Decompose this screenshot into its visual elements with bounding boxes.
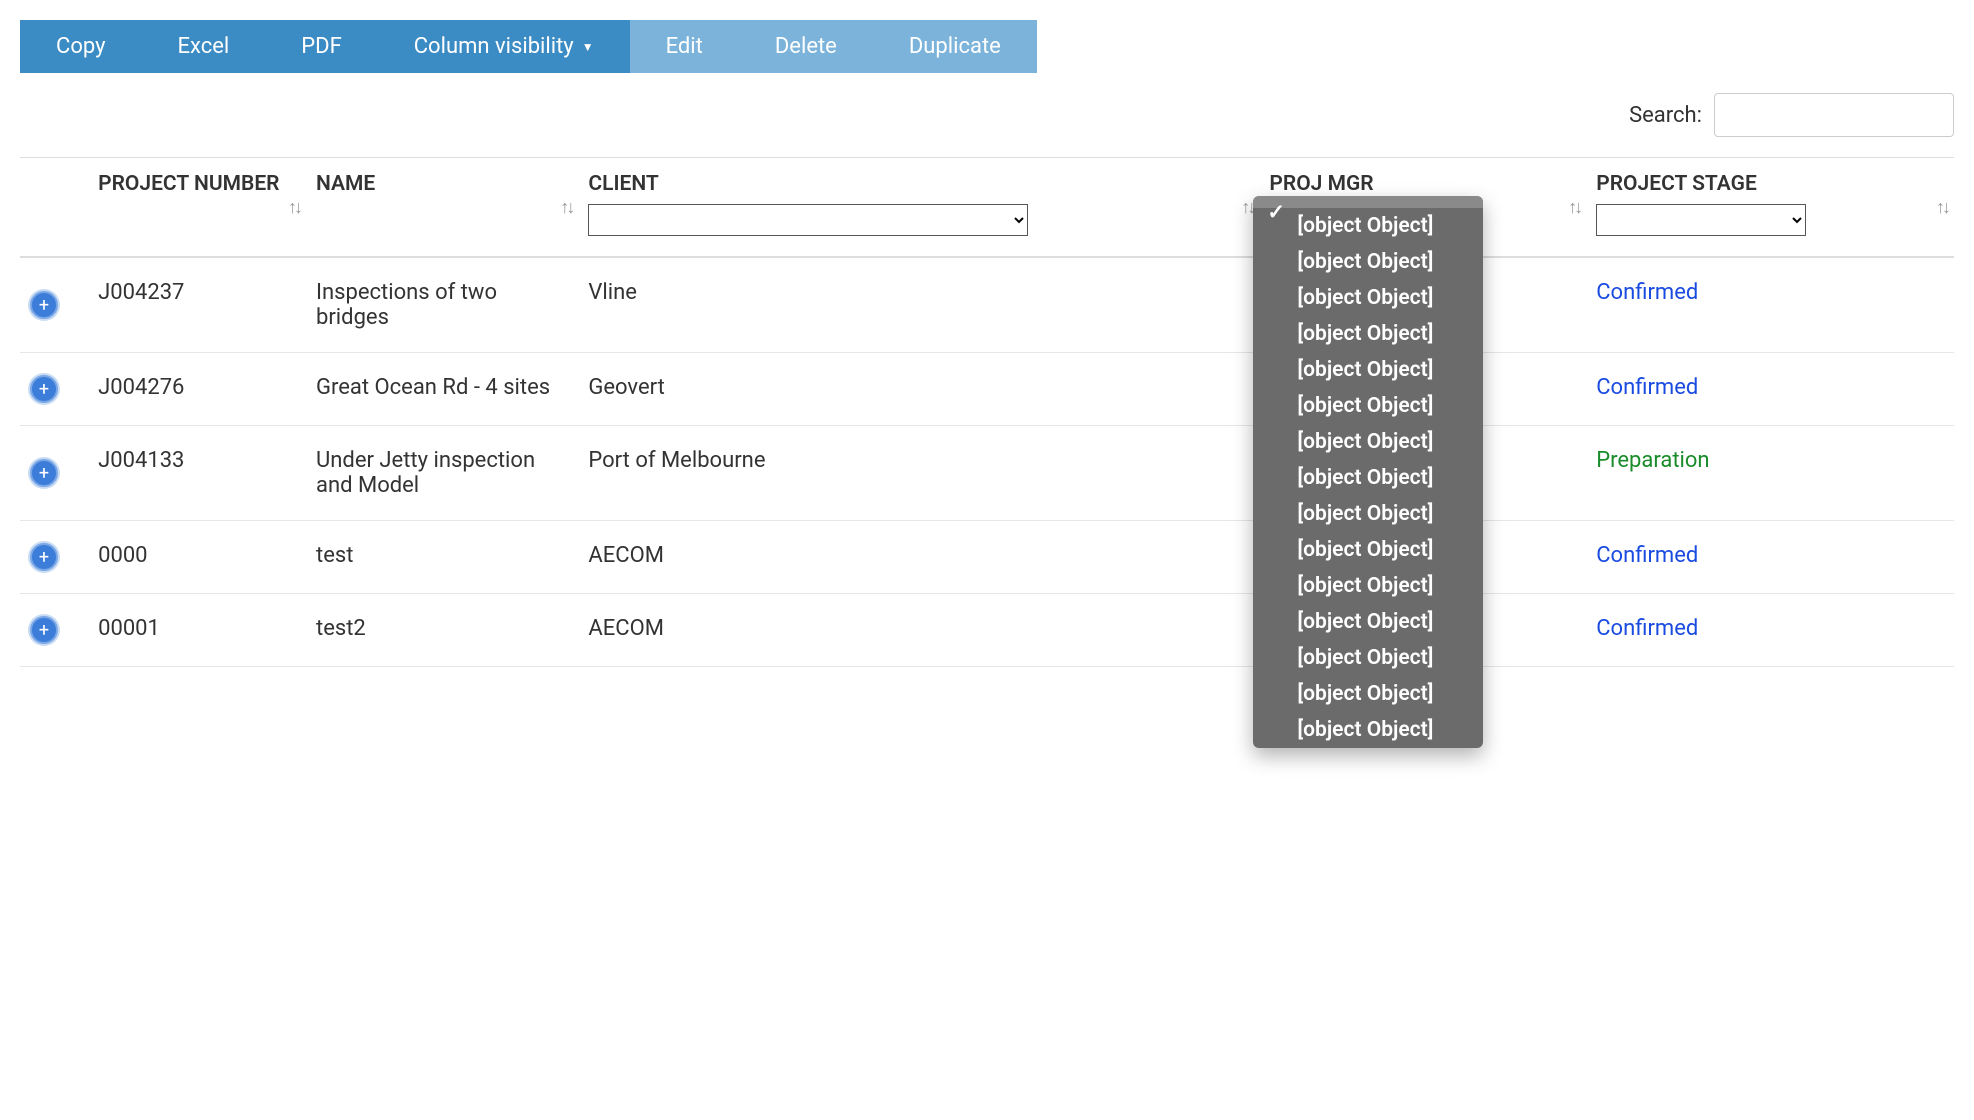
- table-row[interactable]: + J004276Great Ocean Rd - 4 sitesGeovert C…: [20, 353, 1954, 426]
- name-cell: Under Jetty inspection and Model: [306, 426, 578, 521]
- col-project-stage-label: PROJECT STAGE: [1596, 172, 1944, 196]
- col-proj-mgr-label: PROJ MGR: [1269, 172, 1576, 196]
- col-name-header[interactable]: NAME ↑↓: [306, 158, 578, 258]
- search-input[interactable]: [1714, 93, 1954, 137]
- expand-row-button[interactable]: +: [30, 543, 58, 571]
- proj-mgr-dropdown-option[interactable]: [object Object]: [1253, 424, 1483, 460]
- projects-table: PROJECT NUMBER ↑↓ NAME ↑↓ CLIENT ↑↓ PROJ…: [20, 157, 1954, 667]
- client-filter-select[interactable]: [588, 204, 1028, 236]
- column-visibility-button[interactable]: Column visibility ▼: [378, 20, 630, 73]
- stage-filter-select[interactable]: [1596, 204, 1806, 236]
- proj-mgr-dropdown-option[interactable]: [object Object]: [1253, 640, 1483, 676]
- proj-mgr-dropdown-option[interactable]: [object Object]: [1253, 388, 1483, 424]
- proj-mgr-dropdown-option[interactable]: [object Object]: [1253, 244, 1483, 280]
- plus-icon: +: [39, 379, 49, 400]
- pdf-button[interactable]: PDF: [265, 20, 377, 73]
- project-stage-cell: Preparation: [1586, 426, 1954, 521]
- client-cell: Port of Melbourne: [578, 426, 1259, 521]
- project-number-cell: J004237: [88, 257, 306, 353]
- table-row[interactable]: +00001test2AECOM Confirmed: [20, 594, 1954, 667]
- delete-button[interactable]: Delete: [739, 20, 873, 73]
- proj-mgr-dropdown[interactable]: [object Object][object Object][object Ob…: [1253, 196, 1483, 748]
- sort-icon: ↑↓: [288, 197, 300, 218]
- project-stage-cell: Confirmed: [1586, 594, 1954, 667]
- project-stage-cell: Confirmed: [1586, 521, 1954, 594]
- expand-row-button[interactable]: +: [30, 375, 58, 403]
- plus-icon: +: [39, 295, 49, 316]
- client-cell: AECOM: [578, 521, 1259, 594]
- proj-mgr-dropdown-option[interactable]: [object Object]: [1253, 568, 1483, 604]
- project-number-cell: J004276: [88, 353, 306, 426]
- excel-button[interactable]: Excel: [142, 20, 266, 73]
- duplicate-button[interactable]: Duplicate: [873, 20, 1037, 73]
- edit-button[interactable]: Edit: [630, 20, 739, 73]
- project-stage-cell: Confirmed: [1586, 257, 1954, 353]
- expand-row-button[interactable]: +: [30, 291, 58, 319]
- caret-down-icon: ▼: [582, 40, 594, 54]
- table-row[interactable]: + J004133Under Jetty inspection and Model…: [20, 426, 1954, 521]
- expand-cell: +: [20, 353, 88, 426]
- col-project-number-label: PROJECT NUMBER: [98, 172, 296, 196]
- proj-mgr-dropdown-option[interactable]: [object Object]: [1253, 352, 1483, 388]
- col-client-header[interactable]: CLIENT ↑↓: [578, 158, 1259, 258]
- client-cell: Vline: [578, 257, 1259, 353]
- client-cell: AECOM: [578, 594, 1259, 667]
- col-name-label: NAME: [316, 172, 568, 196]
- project-stage-cell: Confirmed: [1586, 353, 1954, 426]
- project-number-cell: 00001: [88, 594, 306, 667]
- col-proj-mgr-header[interactable]: PROJ MGR ↑↓ [object Object][object Objec…: [1259, 158, 1586, 258]
- expand-cell: +: [20, 426, 88, 521]
- expand-cell: +: [20, 257, 88, 353]
- proj-mgr-dropdown-option[interactable]: [1253, 196, 1483, 208]
- project-number-cell: J004133: [88, 426, 306, 521]
- project-number-cell: 0000: [88, 521, 306, 594]
- plus-icon: +: [39, 620, 49, 641]
- table-header-row: PROJECT NUMBER ↑↓ NAME ↑↓ CLIENT ↑↓ PROJ…: [20, 158, 1954, 258]
- expand-row-button[interactable]: +: [30, 459, 58, 487]
- client-cell: Geovert: [578, 353, 1259, 426]
- sort-icon: ↑↓: [560, 197, 572, 218]
- expand-cell: +: [20, 594, 88, 667]
- col-client-label: CLIENT: [588, 172, 1249, 196]
- table-body: + J004237Inspections of two bridgesVline C…: [20, 257, 1954, 667]
- proj-mgr-dropdown-option[interactable]: [object Object]: [1253, 532, 1483, 568]
- col-project-stage-header[interactable]: PROJECT STAGE ↑↓: [1586, 158, 1954, 258]
- proj-mgr-dropdown-option[interactable]: [object Object]: [1253, 496, 1483, 532]
- proj-mgr-dropdown-option[interactable]: [object Object]: [1253, 316, 1483, 352]
- proj-mgr-dropdown-option[interactable]: [object Object]: [1253, 460, 1483, 496]
- expand-cell: +: [20, 521, 88, 594]
- copy-button[interactable]: Copy: [20, 20, 142, 73]
- sort-icon: ↑↓: [1241, 197, 1253, 218]
- proj-mgr-dropdown-option[interactable]: [object Object]: [1253, 604, 1483, 640]
- table-row[interactable]: +0000testAECOM Confirmed: [20, 521, 1954, 594]
- name-cell: test: [306, 521, 578, 594]
- proj-mgr-dropdown-option[interactable]: [object Object]: [1253, 712, 1483, 748]
- table-row[interactable]: + J004237Inspections of two bridgesVline C…: [20, 257, 1954, 353]
- proj-mgr-dropdown-option[interactable]: [object Object]: [1253, 280, 1483, 316]
- proj-mgr-dropdown-option[interactable]: [object Object]: [1253, 676, 1483, 712]
- proj-mgr-dropdown-option[interactable]: [object Object]: [1253, 208, 1483, 244]
- expand-row-button[interactable]: +: [30, 616, 58, 644]
- plus-icon: +: [39, 463, 49, 484]
- column-visibility-label: Column visibility: [414, 34, 574, 59]
- toolbar: Copy Excel PDF Column visibility ▼ Edit …: [20, 20, 1954, 73]
- sort-icon: ↑↓: [1568, 197, 1580, 218]
- sort-icon: ↑↓: [1936, 197, 1948, 218]
- name-cell: Great Ocean Rd - 4 sites: [306, 353, 578, 426]
- name-cell: Inspections of two bridges: [306, 257, 578, 353]
- search-row: Search:: [20, 93, 1954, 137]
- search-label: Search:: [1629, 103, 1702, 128]
- col-expand-header: [20, 158, 88, 258]
- plus-icon: +: [39, 547, 49, 568]
- col-project-number-header[interactable]: PROJECT NUMBER ↑↓: [88, 158, 306, 258]
- name-cell: test2: [306, 594, 578, 667]
